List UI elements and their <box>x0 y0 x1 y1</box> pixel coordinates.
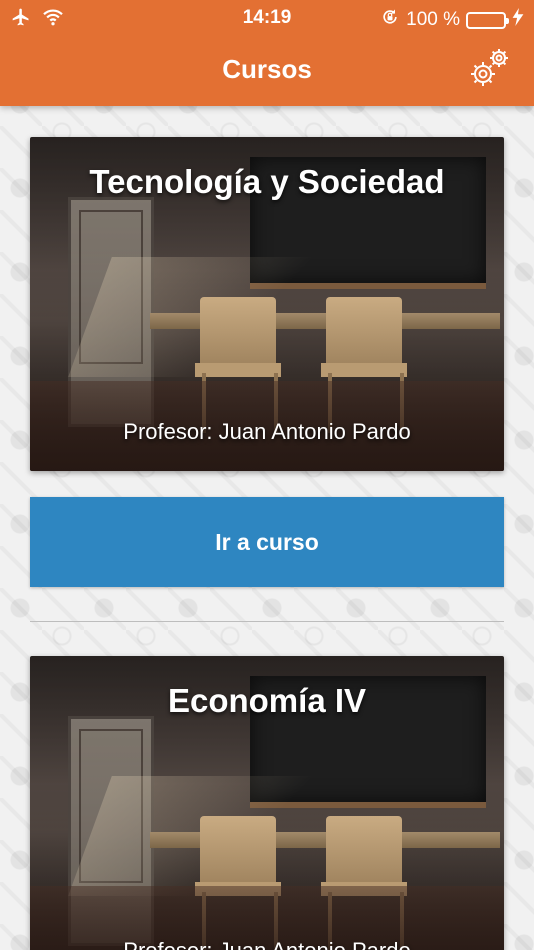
status-right: 100 % <box>380 7 524 33</box>
page-title: Cursos <box>222 54 312 84</box>
course-title: Tecnología y Sociedad <box>89 163 445 200</box>
battery-icon <box>466 11 509 29</box>
divider <box>30 621 504 622</box>
course-professor: Profesor: Juan Antonio Pardo <box>123 419 411 444</box>
go-to-course-button[interactable]: Ir a curso <box>30 497 504 587</box>
course-professor: Profesor: Juan Antonio Pardo <box>30 938 504 950</box>
course-card-2[interactable]: Economía IV Profesor: Juan Antonio Pardo <box>30 656 504 950</box>
settings-button[interactable] <box>466 45 512 91</box>
app-header: 14:19 100 % Cursos <box>0 0 534 106</box>
orientation-lock-icon <box>380 7 400 33</box>
course-title: Economía IV <box>167 682 367 719</box>
charging-icon <box>512 8 524 32</box>
battery-percent: 100 % <box>406 9 460 30</box>
status-bar: 14:19 100 % <box>0 0 534 36</box>
gear-icon <box>471 49 508 86</box>
course-card-1[interactable]: Tecnología y Sociedad Profesor: Juan Ant… <box>30 137 504 471</box>
